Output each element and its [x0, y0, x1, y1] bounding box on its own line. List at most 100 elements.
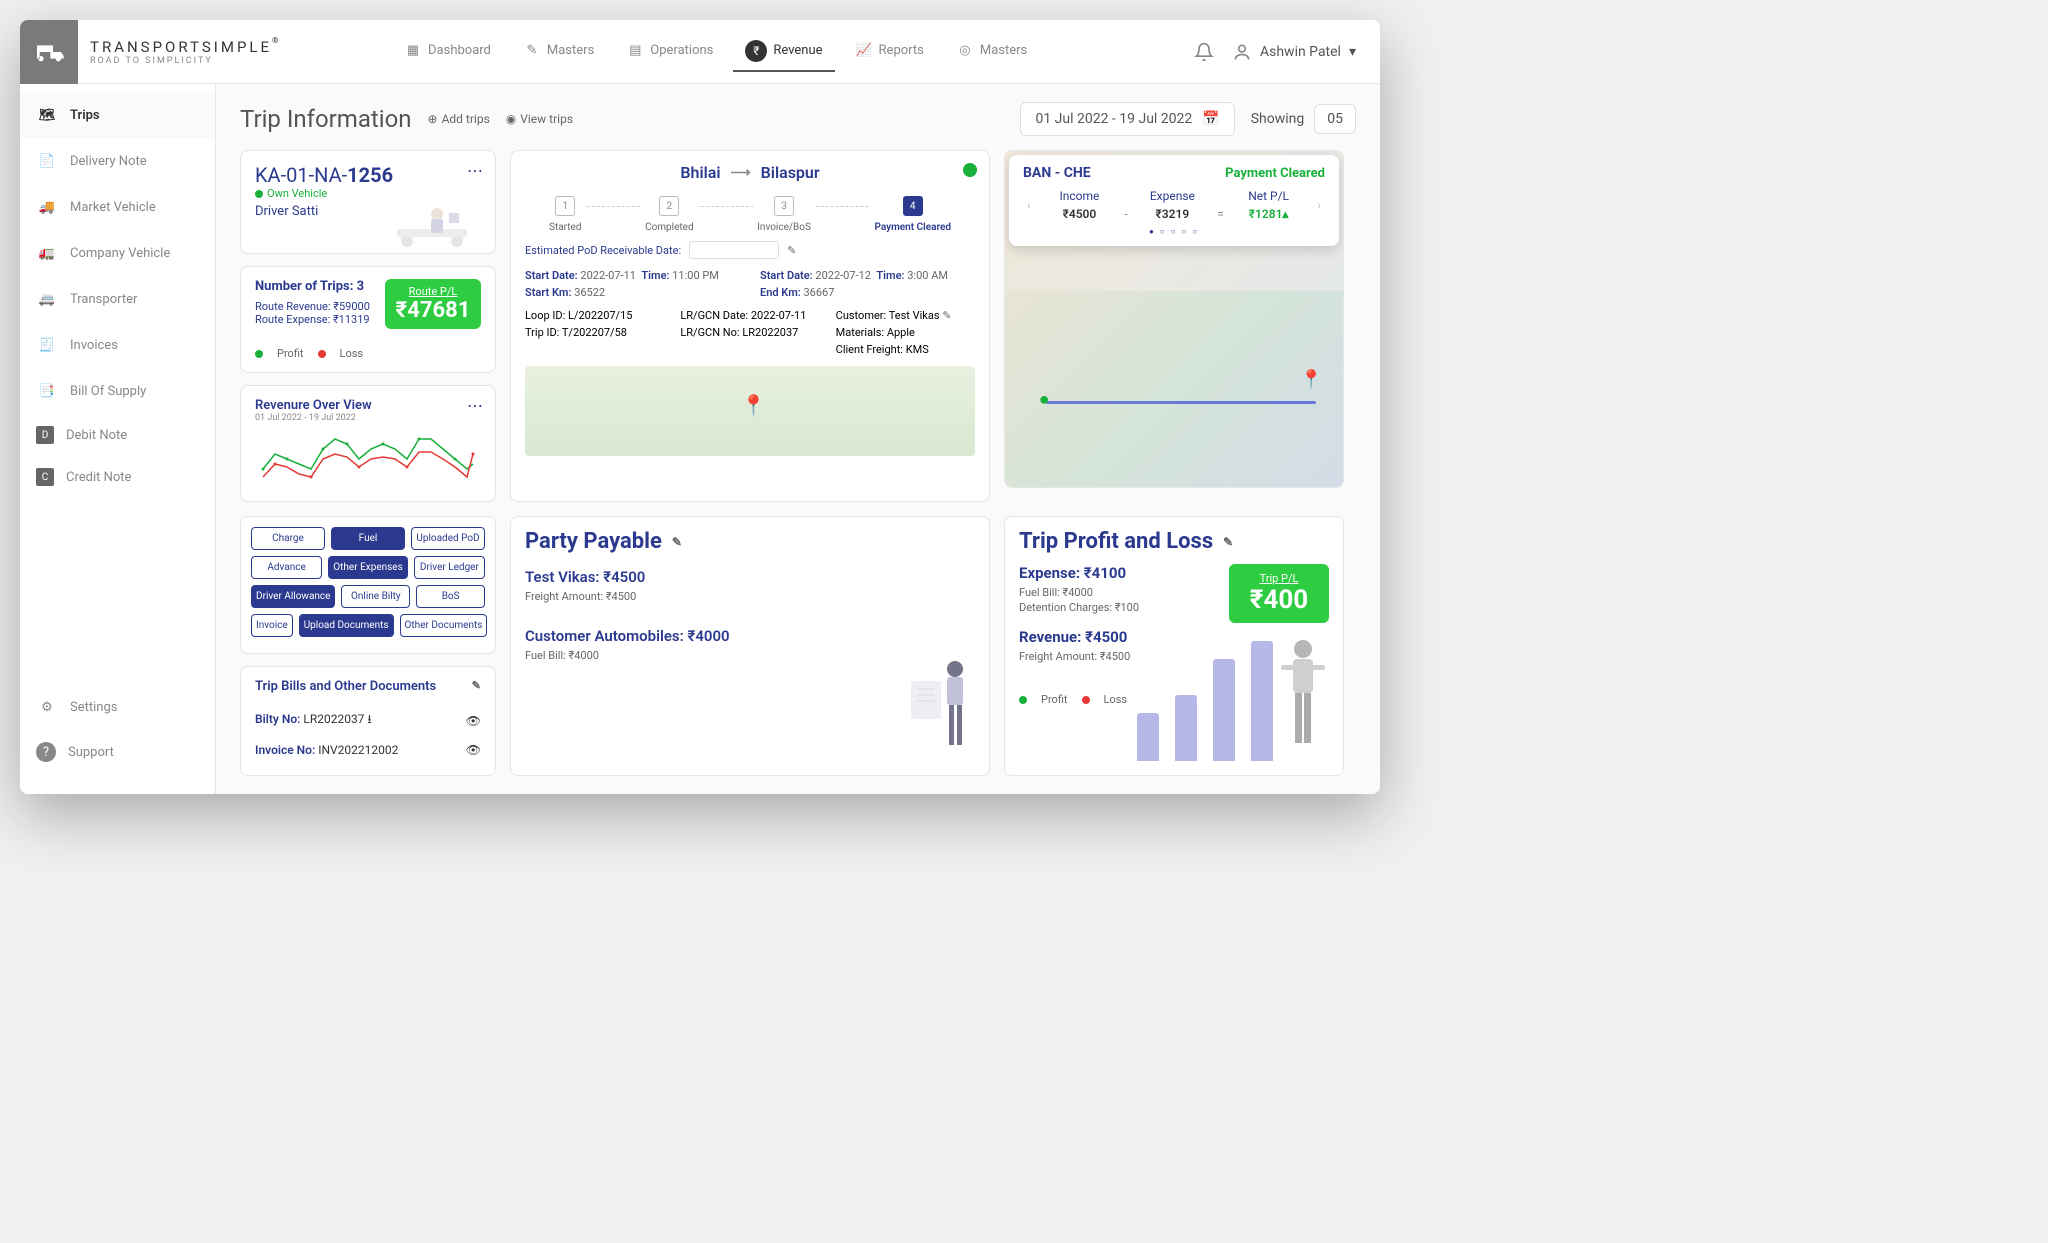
journey-map[interactable]: 📍	[525, 366, 975, 456]
sidebar-item-support[interactable]: ?Support	[20, 730, 215, 774]
trip-pl-label: Trip P/L	[1243, 572, 1315, 585]
chip-online-bilty[interactable]: Online Bilty	[341, 585, 410, 608]
pencil-icon[interactable]: ✎	[472, 679, 481, 694]
vehicle-menu-icon[interactable]: ⋯	[467, 161, 483, 180]
sidebar-item-debit-note[interactable]: DDebit Note	[20, 414, 215, 456]
credit-icon: C	[36, 468, 54, 486]
truck-check-icon: 🚛	[36, 242, 58, 264]
route-pl-badge: Route P/L ₹47681	[385, 279, 481, 329]
route-to: Bilaspur	[761, 163, 820, 182]
route-title: Bhilai ⟶ Bilaspur	[525, 163, 975, 182]
nav-dashboard[interactable]: ▦Dashboard	[392, 32, 503, 72]
arrow-right-icon: ⟶	[731, 165, 751, 181]
chip-other-expenses[interactable]: Other Expenses	[328, 556, 408, 579]
chip-other-documents[interactable]: Other Documents	[400, 614, 488, 637]
page-header: Trip Information ⊕Add trips ◉View trips …	[240, 102, 1356, 136]
bell-icon[interactable]	[1194, 42, 1214, 62]
pl-expense-head: Expense: ₹4100	[1019, 564, 1213, 582]
chevron-left-icon[interactable]: ‹	[1023, 198, 1035, 212]
map-pin-icon: 📍	[741, 393, 766, 417]
rocket-icon: ✎	[523, 42, 541, 60]
equals-sign: =	[1217, 207, 1224, 221]
finance-route: BAN - CHE	[1023, 165, 1091, 181]
debit-icon: D	[36, 426, 54, 444]
sidebar-item-delivery-note[interactable]: 📄Delivery Note	[20, 138, 215, 184]
journey-status-icon	[963, 163, 977, 177]
route-stats-card: Number of Trips: 3 Route Revenue: ₹59000…	[240, 266, 496, 373]
sidebar-item-market-vehicle[interactable]: 🚚Market Vehicle	[20, 184, 215, 230]
sidebar-item-credit-note[interactable]: CCredit Note	[20, 456, 215, 498]
user-icon	[1232, 42, 1252, 62]
chip-fuel[interactable]: Fuel	[331, 527, 405, 550]
revenue-overview-card: Revenure Over View 01 Jul 2022 - 19 Jul …	[240, 385, 496, 502]
sidebar-item-trips[interactable]: 🗺Trips	[20, 92, 215, 138]
pl-detention: Detention Charges: ₹100	[1019, 601, 1213, 614]
route-map[interactable]: ● 📍	[1005, 291, 1343, 487]
chip-charge[interactable]: Charge	[251, 527, 325, 550]
chip-driver-allowance[interactable]: Driver Allowance	[251, 585, 335, 608]
chip-uploaded-pod[interactable]: Uploaded PoD	[411, 527, 485, 550]
user-name: Ashwin Patel	[1260, 44, 1341, 60]
rupee-icon: ₹	[745, 40, 767, 62]
note-icon: 📄	[36, 150, 58, 172]
showing-label: Showing	[1251, 111, 1305, 127]
chip-advance[interactable]: Advance	[251, 556, 322, 579]
date-range-picker[interactable]: 01 Jul 2022 - 19 Jul 2022📅	[1020, 102, 1234, 136]
view-trips-button[interactable]: ◉View trips	[506, 112, 573, 126]
sidebar: 🗺Trips 📄Delivery Note 🚚Market Vehicle 🚛C…	[20, 84, 216, 794]
chip-bos[interactable]: BoS	[416, 585, 485, 608]
gear-icon: ⚙	[36, 696, 58, 718]
sidebar-item-settings[interactable]: ⚙Settings	[20, 684, 215, 730]
download-icon[interactable]: ⭳	[367, 712, 371, 726]
expense-value: ₹3219	[1128, 207, 1218, 221]
truck-icon: 🚚	[36, 196, 58, 218]
pencil-icon[interactable]: ✎	[1223, 535, 1233, 549]
compass-icon: ◎	[956, 42, 974, 60]
step-completed: 2Completed	[641, 196, 698, 233]
chevron-right-icon[interactable]: ›	[1313, 198, 1325, 212]
main: Trip Information ⊕Add trips ◉View trips …	[216, 84, 1380, 794]
eye-icon: ◉	[506, 112, 516, 126]
plus-icon: ⊕	[428, 112, 438, 126]
pencil-icon[interactable]: ✎	[942, 309, 951, 322]
pencil-icon[interactable]: ✎	[787, 244, 796, 257]
route-revenue: Route Revenue: ₹59000	[255, 300, 375, 313]
view-icon[interactable]: 👁	[466, 714, 481, 728]
top-nav: ▦Dashboard ✎Masters ▤Operations ₹Revenue…	[392, 32, 1039, 72]
party-payable-card: Party Payable✎ Test Vikas: ₹4500 Freight…	[510, 516, 990, 776]
sidebar-item-bill-of-supply[interactable]: 📑Bill Of Supply	[20, 368, 215, 414]
nav-reports[interactable]: 📈Reports	[843, 32, 936, 72]
pencil-icon[interactable]: ✎	[672, 535, 682, 549]
person-pointing-illustration-icon	[1273, 635, 1333, 765]
nav-operations[interactable]: ▤Operations	[614, 32, 725, 72]
pl-fuel: Fuel Bill: ₹4000	[1019, 586, 1213, 599]
body: 🗺Trips 📄Delivery Note 🚚Market Vehicle 🚛C…	[20, 84, 1380, 794]
chip-upload-documents[interactable]: Upload Documents	[299, 614, 394, 637]
pod-date-input[interactable]	[689, 241, 779, 259]
step-payment: 4Payment Cleared	[870, 196, 955, 233]
sidebar-item-invoices[interactable]: 🧾Invoices	[20, 322, 215, 368]
pagination-dots[interactable]: ● ○ ○ ○ ○	[1023, 227, 1325, 236]
nav-masters-2[interactable]: ◎Masters	[944, 32, 1039, 72]
finance-card: BAN - CHE Payment Cleared ‹ Income₹4500 …	[1004, 150, 1344, 488]
operations-icon: ▤	[626, 42, 644, 60]
journey-dates: Start Date: 2022-07-11 Time: 11:00 PM St…	[525, 269, 975, 299]
transporter-icon: 🚐	[36, 288, 58, 310]
origin-pin-icon: ●	[1039, 389, 1050, 410]
chip-driver-ledger[interactable]: Driver Ledger	[414, 556, 485, 579]
nav-revenue[interactable]: ₹Revenue	[733, 32, 834, 72]
view-icon[interactable]: 👁	[466, 743, 481, 757]
sidebar-item-transporter[interactable]: 🚐Transporter	[20, 276, 215, 322]
user-menu[interactable]: Ashwin Patel ▾	[1232, 42, 1356, 62]
showing-value[interactable]: 05	[1314, 104, 1356, 134]
chip-invoice[interactable]: Invoice	[251, 614, 293, 637]
revenue-menu-icon[interactable]: ⋯	[467, 396, 483, 415]
docs-title: Trip Bills and Other Documents	[255, 679, 436, 694]
finance-status: Payment Cleared	[1225, 166, 1325, 181]
pl-title: Trip Profit and Loss	[1019, 529, 1213, 554]
invoice-icon: 🧾	[36, 334, 58, 356]
sidebar-item-company-vehicle[interactable]: 🚛Company Vehicle	[20, 230, 215, 276]
add-trips-button[interactable]: ⊕Add trips	[428, 112, 490, 126]
nav-masters-1[interactable]: ✎Masters	[511, 32, 606, 72]
trip-pl-card: Trip Profit and Loss ✎ Expense: ₹4100 Fue…	[1004, 516, 1344, 776]
